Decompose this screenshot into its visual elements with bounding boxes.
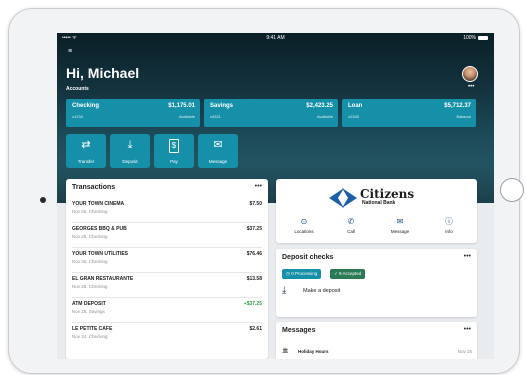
menu-icon[interactable]: ≡ bbox=[68, 48, 74, 55]
bank-building-icon: 🏛 bbox=[282, 348, 289, 354]
account-balance: $2,423.25 bbox=[306, 103, 333, 109]
transfer-icon: ⇄ bbox=[81, 139, 91, 151]
clock: 9:41 AM bbox=[266, 35, 285, 41]
transaction-amount: $7.50 bbox=[249, 201, 262, 207]
action-label: Info bbox=[445, 229, 453, 234]
phone-icon: ✆ bbox=[347, 217, 355, 226]
avatar[interactable] bbox=[462, 66, 478, 82]
account-tile-loan[interactable]: Loan x2345 $5,712.37 Balance bbox=[342, 99, 476, 127]
transaction-merchant: YOUR TOWN UTILITIES bbox=[72, 251, 129, 257]
info-icon: ⓘ bbox=[445, 217, 453, 226]
account-name: Loan bbox=[348, 103, 363, 109]
transaction-amount: +$37.25 bbox=[243, 301, 262, 307]
account-tile-savings[interactable]: Savings x4321 $2,423.25 Available bbox=[204, 99, 338, 127]
transaction-row[interactable]: YOUR TOWN UTILITIES Nov 25, Checking $76… bbox=[72, 249, 262, 273]
quick-action-label: Message bbox=[208, 159, 228, 164]
status-bar: ••••• ᯤ 9:41 AM 100% bbox=[57, 33, 494, 43]
bank-message-button[interactable]: ✉ Message bbox=[380, 217, 420, 234]
message-title: Holiday Hours bbox=[298, 349, 329, 354]
balance-type: Available bbox=[316, 114, 333, 119]
camera-dot bbox=[40, 197, 46, 203]
account-name: Checking bbox=[72, 103, 100, 109]
account-number: x1234 bbox=[72, 114, 83, 119]
balance-type: Available bbox=[178, 114, 195, 119]
transactions-more-icon[interactable]: ••• bbox=[255, 183, 262, 190]
bank-logo-mark bbox=[329, 188, 357, 208]
transaction-merchant: GEORGES BBQ & PUB bbox=[72, 226, 127, 232]
account-number: x4321 bbox=[210, 114, 221, 119]
transaction-row[interactable]: EL GRAN RESTAURANTE Nov 25, Checking $13… bbox=[72, 274, 262, 298]
deposit-checks-card: Deposit checks ••• ◷ 0 Processing ✓ 9 Ac… bbox=[276, 249, 477, 317]
action-label: Locations bbox=[294, 229, 314, 234]
transaction-date: Nov 24, Checking bbox=[72, 334, 108, 339]
transaction-date: Nov 25, Savings bbox=[72, 309, 105, 314]
account-tile-checking[interactable]: Checking x1234 $1,175.01 Available bbox=[66, 99, 200, 127]
accounts-label: Accounts bbox=[66, 86, 89, 92]
transfer-button[interactable]: ⇄ Transfer bbox=[66, 134, 106, 168]
transaction-amount: $76.46 bbox=[246, 251, 262, 257]
quick-action-label: Transfer bbox=[77, 159, 95, 164]
transaction-merchant: ATM DEPOSIT bbox=[72, 301, 106, 307]
transactions-card: Transactions ••• YOUR TOWN CINEMA Nov 25… bbox=[66, 179, 268, 359]
action-label: Call bbox=[347, 229, 355, 234]
pay-button[interactable]: $ Pay bbox=[154, 134, 194, 168]
message-button[interactable]: ✉ Message bbox=[198, 134, 238, 168]
transaction-date: Nov 25, Checking bbox=[72, 234, 108, 239]
page-title: Hi, Michael bbox=[66, 65, 140, 81]
message-icon: ✉ bbox=[396, 217, 404, 226]
home-button[interactable] bbox=[500, 178, 524, 202]
call-button[interactable]: ✆ Call bbox=[331, 217, 371, 234]
transaction-row[interactable]: LE PETITE CAFE Nov 24, Checking $2.61 bbox=[72, 324, 262, 347]
transaction-amount: $13.58 bbox=[246, 276, 262, 282]
balance-type: Balance bbox=[456, 114, 471, 119]
transactions-title: Transactions bbox=[72, 184, 116, 191]
app-screen: ••••• ᯤ 9:41 AM 100% ≡ Hi, Michael Accou… bbox=[57, 33, 494, 359]
transaction-date: Nov 25, Checking bbox=[72, 209, 108, 214]
bank-subtitle: National Bank bbox=[362, 200, 396, 206]
message-icon: ✉ bbox=[213, 139, 223, 151]
quick-action-label: Deposit bbox=[122, 159, 138, 164]
pay-icon: $ bbox=[169, 139, 179, 153]
info-button[interactable]: ⓘ Info bbox=[429, 217, 469, 234]
bank-card: Citizens National Bank ⊙ Locations ✆ Cal… bbox=[276, 179, 477, 243]
action-label: Message bbox=[390, 229, 410, 234]
account-name: Savings bbox=[210, 103, 234, 109]
transaction-row[interactable]: YOUR TOWN CINEMA Nov 25, Checking $7.50 bbox=[72, 199, 262, 223]
deposit-checks-title: Deposit checks bbox=[282, 254, 334, 261]
messages-more-icon[interactable]: ••• bbox=[464, 326, 471, 333]
messages-card: Messages ••• 🏛 Holiday Hours Nov 25 bbox=[276, 322, 477, 359]
message-row[interactable]: 🏛 Holiday Hours Nov 25 bbox=[282, 348, 472, 356]
transaction-merchant: YOUR TOWN CINEMA bbox=[72, 201, 125, 207]
locations-button[interactable]: ⊙ Locations bbox=[284, 217, 324, 234]
deposit-more-icon[interactable]: ••• bbox=[464, 253, 471, 260]
bank-logo: Citizens National Bank bbox=[328, 187, 438, 211]
make-deposit-label: Make a deposit bbox=[303, 288, 341, 294]
transaction-date: Nov 25, Checking bbox=[72, 284, 108, 289]
quick-action-label: Pay bbox=[170, 159, 178, 164]
battery-icon bbox=[478, 35, 488, 40]
transaction-row[interactable]: GEORGES BBQ & PUB Nov 25, Checking $37.2… bbox=[72, 224, 262, 248]
account-number: x2345 bbox=[348, 114, 359, 119]
processing-badge[interactable]: ◷ 0 Processing bbox=[282, 269, 322, 279]
battery-indicator: 100% bbox=[463, 35, 488, 41]
bank-name: Citizens bbox=[360, 187, 415, 201]
transaction-merchant: LE PETITE CAFE bbox=[72, 326, 113, 332]
location-pin-icon: ⊙ bbox=[300, 217, 308, 226]
messages-title: Messages bbox=[282, 327, 316, 334]
transaction-date: Nov 25, Checking bbox=[72, 259, 108, 264]
deposit-icon: ⤓ bbox=[127, 139, 133, 151]
account-balance: $5,712.37 bbox=[444, 103, 471, 109]
transaction-row[interactable]: ATM DEPOSIT Nov 25, Savings +$37.25 bbox=[72, 299, 262, 323]
message-date: Nov 25 bbox=[457, 349, 472, 354]
transaction-amount: $37.25 bbox=[246, 226, 262, 232]
transaction-amount: $2.61 bbox=[249, 326, 262, 332]
accounts-more-icon[interactable]: ••• bbox=[468, 84, 474, 90]
accepted-badge[interactable]: ✓ 9 Accepted bbox=[330, 269, 366, 279]
transaction-merchant: EL GRAN RESTAURANTE bbox=[72, 276, 134, 282]
deposit-button[interactable]: ⤓ Deposit bbox=[110, 134, 150, 168]
deposit-icon: ⤓ bbox=[282, 285, 287, 296]
account-balance: $1,175.01 bbox=[168, 103, 195, 109]
